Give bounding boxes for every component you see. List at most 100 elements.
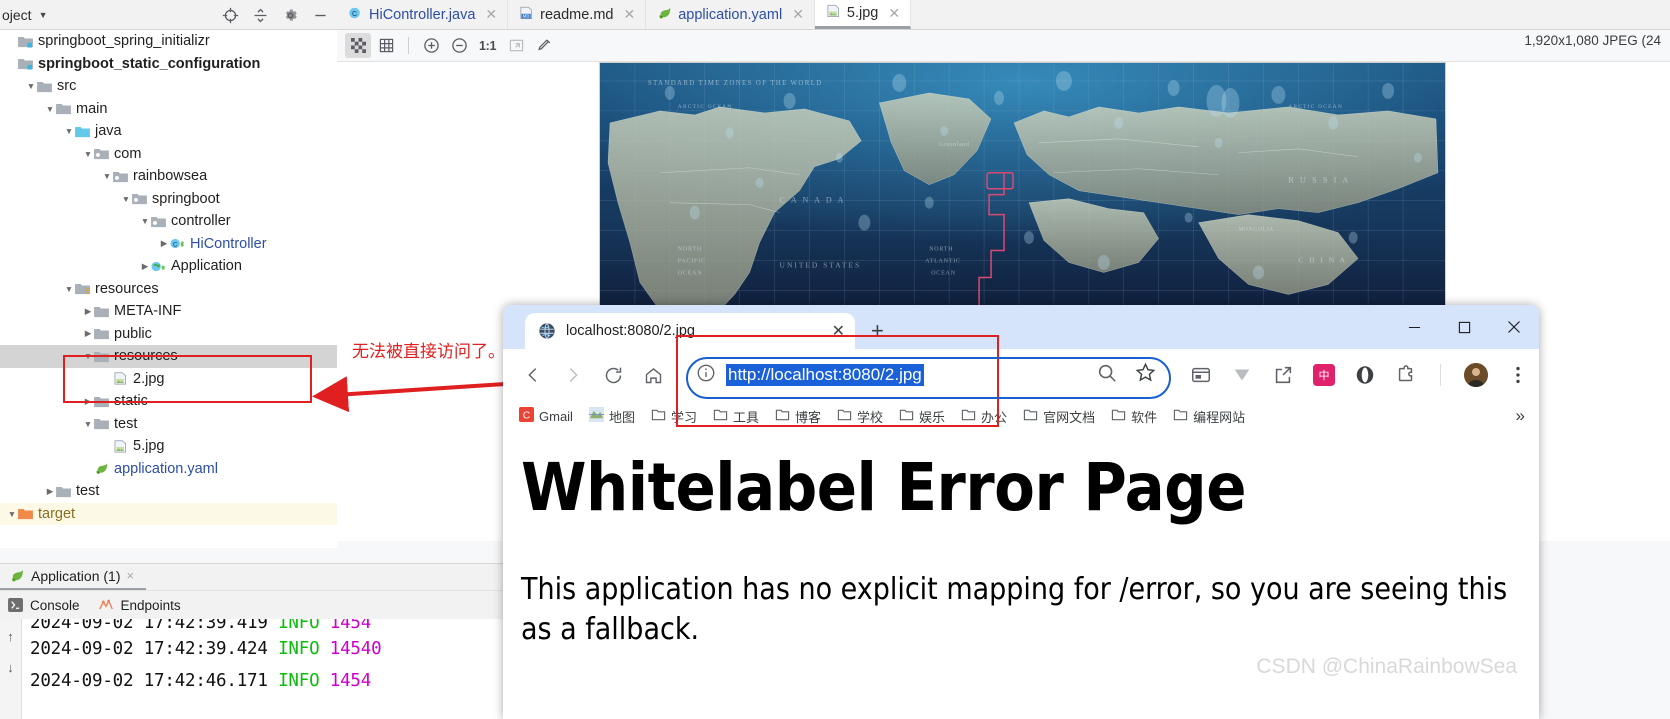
bookmark-item[interactable]: 地图 bbox=[581, 407, 643, 426]
tree-item-2-jpg[interactable]: · 2.jpg bbox=[0, 368, 337, 391]
bookmark-item[interactable]: 娱乐 bbox=[891, 407, 953, 426]
site-info-icon[interactable] bbox=[696, 363, 716, 388]
search-icon[interactable] bbox=[1096, 362, 1118, 389]
zoom-out-icon[interactable] bbox=[446, 33, 472, 58]
tree-item-hicontroller[interactable]: ▶ C HiController bbox=[0, 233, 337, 256]
image-editor-toolbar[interactable]: 1:1 bbox=[337, 30, 1670, 62]
editor-tab-bar[interactable]: C HiController.java ✕ MD readme.md ✕ applicati… bbox=[337, 0, 1670, 30]
minimize-icon[interactable] bbox=[1389, 305, 1439, 349]
editor-tab-hicontroller-java[interactable]: C HiController.java ✕ bbox=[337, 0, 509, 29]
three-dot-menu-icon[interactable] bbox=[1507, 364, 1529, 386]
expand-arrow-closed-icon[interactable]: ▶ bbox=[139, 261, 151, 272]
tree-item-rainbowsea[interactable]: ▼ rainbowsea bbox=[0, 165, 337, 188]
bookmark-item[interactable]: 学校 bbox=[829, 407, 891, 426]
tree-item-resources[interactable]: ▼ resources bbox=[0, 345, 337, 368]
expand-arrow-closed-icon[interactable]: ▶ bbox=[158, 238, 170, 249]
tree-item-meta-inf[interactable]: ▶ META-INF bbox=[0, 300, 337, 323]
console-gutter[interactable]: ↑ ↓ bbox=[0, 619, 22, 719]
color-picker-icon[interactable] bbox=[531, 33, 557, 58]
editor-tab-readme-md[interactable]: MD readme.md ✕ bbox=[508, 0, 647, 29]
tree-item-springboot[interactable]: ▼ springboot bbox=[0, 188, 337, 211]
tree-item-springboot-static-configuration[interactable]: · springboot_static_configuration bbox=[0, 53, 337, 76]
browser-toolbar[interactable]: http://localhost:8080/2.jpg 中 bbox=[503, 349, 1539, 401]
tree-item-com[interactable]: ▼ com bbox=[0, 143, 337, 166]
settings-gear-icon[interactable] bbox=[282, 7, 299, 24]
tree-item-main[interactable]: ▼ main bbox=[0, 98, 337, 121]
bookmark-item[interactable]: 软件 bbox=[1103, 407, 1165, 426]
tab-console[interactable]: Console bbox=[8, 598, 80, 613]
expand-arrow-open-icon[interactable]: ▼ bbox=[101, 171, 113, 181]
close-icon[interactable]: × bbox=[127, 568, 135, 583]
close-icon[interactable]: ✕ bbox=[485, 6, 497, 23]
close-icon[interactable]: ✕ bbox=[888, 5, 900, 22]
tree-item-application-yaml[interactable]: · application.yaml bbox=[0, 458, 337, 481]
new-tab-button[interactable]: + bbox=[871, 320, 884, 342]
expand-arrow-open-icon[interactable]: ▼ bbox=[25, 81, 37, 91]
actual-size-label[interactable]: 1:1 bbox=[474, 39, 501, 53]
close-icon[interactable] bbox=[1489, 305, 1539, 349]
window-controls[interactable] bbox=[1389, 305, 1539, 349]
expand-arrow-open-icon[interactable]: ▼ bbox=[44, 104, 56, 114]
share-icon[interactable] bbox=[1272, 364, 1294, 386]
bookmark-item[interactable]: 办公 bbox=[953, 407, 1015, 426]
split-view-icon[interactable] bbox=[1190, 364, 1212, 386]
tree-item-test[interactable]: ▼ test bbox=[0, 413, 337, 436]
tree-item-resources[interactable]: ▼ resources bbox=[0, 278, 337, 301]
home-icon[interactable] bbox=[633, 355, 673, 395]
expand-arrow-open-icon[interactable]: ▼ bbox=[82, 351, 94, 361]
minimize-icon[interactable] bbox=[312, 7, 329, 24]
scroll-down-icon[interactable]: ↓ bbox=[7, 660, 14, 675]
close-icon[interactable]: ✕ bbox=[792, 6, 804, 23]
expand-arrow-open-icon[interactable]: ▼ bbox=[63, 126, 75, 136]
bookmarks-bar[interactable]: C Gmail 地图 学习 工具 博客 学校 娱乐 办公 官网文档 软件 编程网站 » bbox=[503, 401, 1539, 431]
download-v-icon[interactable] bbox=[1231, 364, 1253, 386]
scroll-up-icon[interactable]: ↑ bbox=[7, 629, 14, 644]
tree-item-5-jpg[interactable]: · 5.jpg bbox=[0, 435, 337, 458]
bookmarks-overflow-button[interactable]: » bbox=[1516, 406, 1531, 426]
tree-item-java[interactable]: ▼ java bbox=[0, 120, 337, 143]
translate-icon[interactable]: 中 bbox=[1313, 364, 1335, 386]
editor-tab-application-yaml[interactable]: application.yaml ✕ bbox=[646, 0, 815, 29]
bookmark-item[interactable]: 学习 bbox=[643, 407, 705, 426]
expand-arrow-closed-icon[interactable]: ▶ bbox=[44, 486, 56, 497]
bookmark-item[interactable]: 编程网站 bbox=[1165, 407, 1253, 426]
bookmark-item[interactable]: 博客 bbox=[767, 407, 829, 426]
extensions-icon[interactable] bbox=[1395, 364, 1417, 386]
project-tree[interactable]: · springboot_spring_initializr · springboot… bbox=[0, 30, 337, 548]
tree-item-static[interactable]: ▶ static bbox=[0, 390, 337, 413]
expand-arrow-open-icon[interactable]: ▼ bbox=[63, 284, 75, 294]
expand-arrow-open-icon[interactable]: ▼ bbox=[139, 216, 151, 226]
forward-icon[interactable] bbox=[553, 355, 593, 395]
locate-icon[interactable] bbox=[222, 7, 239, 24]
expand-arrow-open-icon[interactable]: ▼ bbox=[82, 419, 94, 429]
expand-arrow-closed-icon[interactable]: ▶ bbox=[82, 328, 94, 339]
browser-action-icons[interactable]: 中 bbox=[1180, 363, 1529, 387]
bookmark-item[interactable]: 官网文档 bbox=[1015, 407, 1103, 426]
grid-icon[interactable] bbox=[373, 33, 399, 58]
collapse-all-icon[interactable] bbox=[252, 7, 269, 24]
close-icon[interactable]: ✕ bbox=[623, 6, 635, 23]
expand-arrow-open-icon[interactable]: ▼ bbox=[82, 149, 94, 159]
opera-icon[interactable] bbox=[1354, 364, 1376, 386]
address-bar-value[interactable]: http://localhost:8080/2.jpg bbox=[726, 364, 924, 386]
maximize-icon[interactable] bbox=[1439, 305, 1489, 349]
tree-item-test[interactable]: ▶ test bbox=[0, 480, 337, 503]
editor-tab-5-jpg[interactable]: 5.jpg ✕ bbox=[814, 0, 912, 29]
chevron-down-icon[interactable]: ▼ bbox=[39, 10, 48, 20]
expand-arrow-closed-icon[interactable]: ▶ bbox=[82, 306, 94, 317]
tree-item-springboot-spring-initializr[interactable]: · springboot_spring_initializr bbox=[0, 30, 337, 53]
expand-arrow-open-icon[interactable]: ▼ bbox=[120, 194, 132, 204]
fit-content-icon[interactable] bbox=[503, 33, 529, 58]
close-icon[interactable]: ✕ bbox=[832, 321, 845, 341]
reload-icon[interactable] bbox=[593, 355, 633, 395]
back-icon[interactable] bbox=[513, 355, 553, 395]
star-icon[interactable] bbox=[1134, 361, 1157, 389]
expand-arrow-closed-icon[interactable]: ▶ bbox=[82, 396, 94, 407]
tree-item-controller[interactable]: ▼ controller bbox=[0, 210, 337, 233]
bookmark-item[interactable]: C Gmail bbox=[511, 407, 581, 425]
tree-item-public[interactable]: ▶ public bbox=[0, 323, 337, 346]
bookmark-item[interactable]: 工具 bbox=[705, 407, 767, 426]
tree-item-src[interactable]: ▼ src bbox=[0, 75, 337, 98]
tree-item-target[interactable]: ▼ target bbox=[0, 502, 337, 525]
expand-arrow-open-icon[interactable]: ▼ bbox=[6, 509, 18, 519]
